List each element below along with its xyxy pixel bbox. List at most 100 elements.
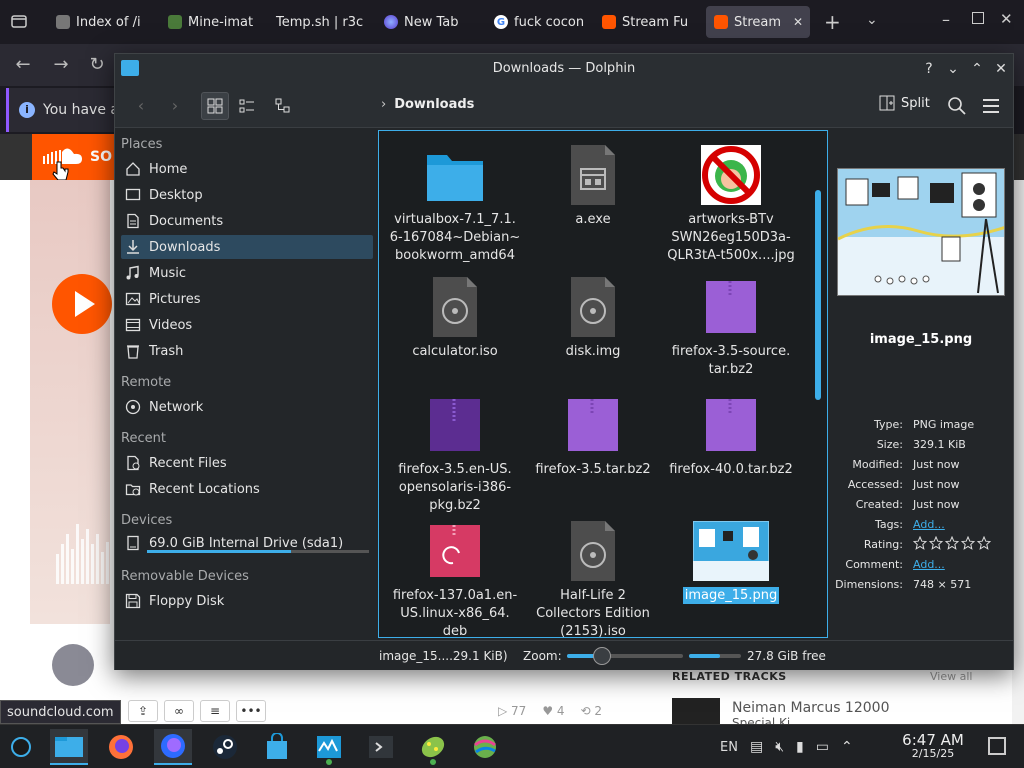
show-desktop-icon[interactable] <box>988 737 1006 755</box>
forward-icon[interactable]: → <box>50 54 72 76</box>
clock[interactable]: 6:47 AM 2/15/25 <box>898 731 968 760</box>
places-item-downloads[interactable]: Downloads <box>121 235 373 259</box>
close-tab-icon[interactable]: ✕ <box>793 15 803 29</box>
share-icon[interactable]: ⇪ <box>128 700 158 722</box>
chevron-down-icon[interactable]: ⌄ <box>866 12 878 28</box>
minimize-icon[interactable]: ⌄ <box>943 59 963 79</box>
icons-view-button[interactable] <box>201 92 229 120</box>
volume-muted-icon[interactable]: 🔇︎ <box>775 739 784 755</box>
places-item-music[interactable]: Music <box>121 261 373 285</box>
breadcrumb[interactable]: › Downloads <box>381 97 474 112</box>
file-item[interactable]: virtualbox-7.1_7.1. 6-167084~Debian~ boo… <box>387 145 523 265</box>
file-item[interactable]: firefox-137.0a1.en- US.linux-x86_64. deb <box>387 521 523 637</box>
keyboard-layout[interactable]: EN <box>720 740 738 755</box>
taskbar-konsole[interactable] <box>362 729 400 765</box>
related-track-title[interactable]: Neiman Marcus 12000 <box>732 700 889 716</box>
tab-list-icon[interactable] <box>10 12 28 30</box>
related-track-artwork[interactable] <box>672 698 720 724</box>
maximize-icon[interactable]: ⌃ <box>967 59 987 79</box>
copy-link-icon[interactable]: ∞ <box>164 700 194 722</box>
maximize-icon[interactable] <box>972 12 984 24</box>
zoom-slider[interactable] <box>567 647 683 665</box>
zoom-slider-handle[interactable] <box>592 647 611 665</box>
taskbar-steam[interactable] <box>206 729 244 765</box>
window-titlebar[interactable]: Downloads — Dolphin ? ⌄ ⌃ ✕ <box>115 54 1013 84</box>
related-track-artist[interactable]: Special Ki... <box>732 716 802 724</box>
application-launcher-icon[interactable] <box>2 729 40 765</box>
file-view-scrollbar[interactable] <box>811 132 825 636</box>
battery-icon[interactable]: ▮ <box>796 739 804 755</box>
add-to-playlist-icon[interactable]: ≡ <box>200 700 230 722</box>
taskbar-firefox[interactable] <box>102 729 140 765</box>
firefox-icon <box>384 15 398 29</box>
file-item[interactable]: artworks-BTv SWN26eg150D3a- QLR3tA-t500x… <box>663 145 799 265</box>
browser-tab[interactable]: Stream Fu <box>594 6 698 38</box>
file-item[interactable]: firefox-3.5.en-US. opensolaris-i386- pkg… <box>387 395 523 515</box>
file-item[interactable]: firefox-3.5-source. tar.bz2 <box>663 277 799 379</box>
places-item-documents[interactable]: Documents <box>121 209 373 233</box>
taskbar-dolphin[interactable] <box>50 729 88 765</box>
taskbar-firefox-nightly[interactable] <box>154 729 192 765</box>
file-item-selected[interactable]: image_15.png <box>663 520 799 605</box>
view-all-link[interactable]: View all <box>930 670 972 683</box>
places-item-network[interactable]: Network <box>121 395 373 419</box>
places-item-pictures[interactable]: Pictures <box>121 287 373 311</box>
places-item-desktop[interactable]: Desktop <box>121 183 373 207</box>
browser-tab[interactable]: Temp.sh | r3c <box>268 6 368 38</box>
file-item[interactable]: calculator.iso <box>387 277 523 361</box>
more-icon[interactable]: ••• <box>236 700 266 722</box>
clipboard-icon[interactable]: ▤ <box>750 739 763 755</box>
file-item[interactable]: firefox-3.5.tar.bz2 <box>525 395 661 479</box>
back-icon[interactable]: ← <box>12 54 34 76</box>
scrollbar-thumb[interactable] <box>815 190 821 400</box>
close-icon[interactable]: ✕ <box>991 59 1011 79</box>
places-item-recent-locations[interactable]: Recent Locations <box>121 477 373 501</box>
back-icon[interactable]: ‹ <box>131 96 151 116</box>
split-button[interactable]: Split <box>879 95 930 111</box>
taskbar-app-green[interactable] <box>414 729 452 765</box>
avatar[interactable] <box>52 644 94 686</box>
soundcloud-logo[interactable]: SO <box>32 134 116 180</box>
forward-icon[interactable]: › <box>165 96 185 116</box>
browser-tab[interactable]: Index of /i <box>48 6 158 38</box>
places-item-videos[interactable]: Videos <box>121 313 373 337</box>
tray-expand-icon[interactable]: ⌃ <box>841 739 853 755</box>
compact-view-button[interactable] <box>233 92 261 120</box>
rating-stars[interactable] <box>913 536 991 550</box>
help-icon[interactable]: ? <box>919 59 939 79</box>
search-icon[interactable] <box>947 96 967 116</box>
display-icon[interactable]: ▭ <box>816 739 829 755</box>
minimize-icon[interactable]: – <box>942 10 950 29</box>
places-item-floppy[interactable]: Floppy Disk <box>121 589 373 613</box>
details-view-button[interactable] <box>269 92 297 120</box>
file-item[interactable]: disk.img <box>525 277 661 361</box>
file-item[interactable]: a.exe <box>525 145 661 229</box>
places-item-trash[interactable]: Trash <box>121 339 373 363</box>
file-view[interactable]: virtualbox-7.1_7.1. 6-167084~Debian~ boo… <box>378 130 828 638</box>
browser-tab[interactable]: G fuck cocon <box>486 6 590 38</box>
steam-icon <box>213 735 237 759</box>
add-comment-link[interactable]: Add... <box>913 558 945 571</box>
waveform[interactable] <box>54 514 114 584</box>
star-icon[interactable] <box>961 536 975 550</box>
browser-tab-active[interactable]: Stream ✕ <box>706 6 810 38</box>
star-icon[interactable] <box>929 536 943 550</box>
hamburger-menu-icon[interactable] <box>981 96 1001 116</box>
taskbar-app-ball[interactable] <box>466 729 504 765</box>
browser-tab[interactable]: Mine-imat <box>160 6 268 38</box>
places-item-home[interactable]: Home <box>121 157 373 181</box>
taskbar-discover[interactable] <box>258 729 296 765</box>
star-icon[interactable] <box>945 536 959 550</box>
taskbar-system-monitor[interactable] <box>310 729 348 765</box>
star-icon[interactable] <box>977 536 991 550</box>
add-tags-link[interactable]: Add... <box>913 518 945 531</box>
browser-tab[interactable]: New Tab <box>376 6 482 38</box>
new-tab-icon[interactable]: + <box>824 10 841 34</box>
star-icon[interactable] <box>913 536 927 550</box>
reload-icon[interactable]: ↻ <box>86 54 108 76</box>
places-item-recent-files[interactable]: Recent Files <box>121 451 373 475</box>
file-item[interactable]: firefox-40.0.tar.bz2 <box>663 395 799 479</box>
close-icon[interactable]: ✕ <box>1000 10 1013 28</box>
file-item[interactable]: Half-Life 2 Collectors Edition (2153).is… <box>525 521 661 637</box>
play-button[interactable] <box>52 274 112 334</box>
